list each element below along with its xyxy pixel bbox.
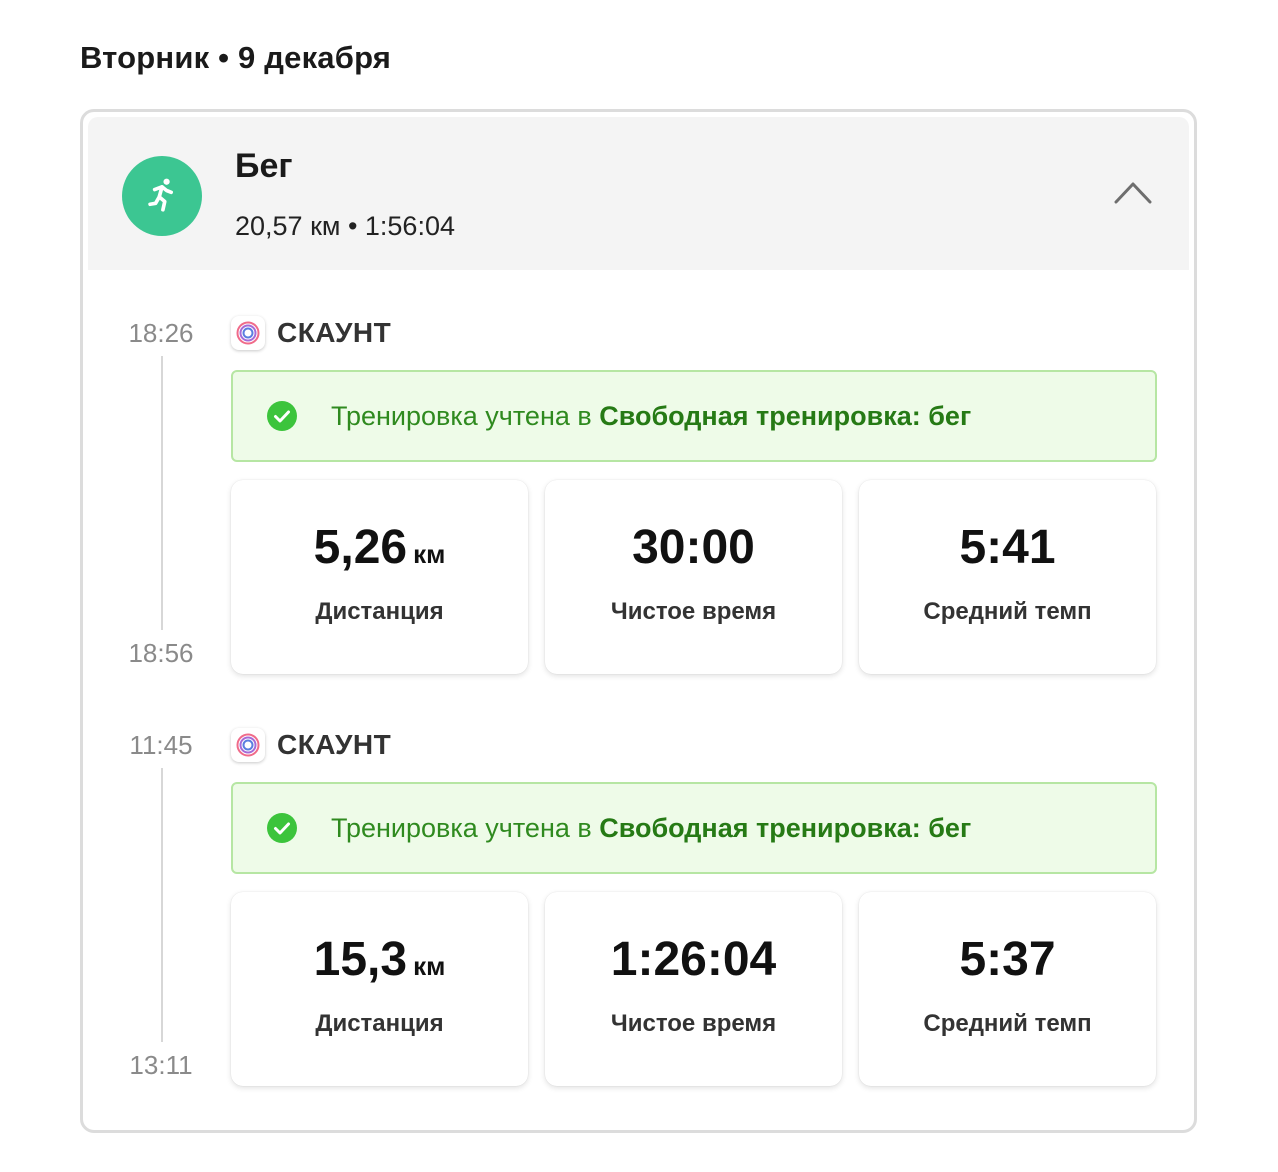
scount-logo-icon	[231, 316, 265, 350]
stat-value: 5:37	[959, 933, 1056, 986]
workout-end-time: 18:56	[128, 638, 194, 668]
day-heading: Вторник • 9 декабря	[80, 40, 392, 75]
workout-start-time: 18:26	[128, 318, 194, 348]
stat-distance: 15,3 км Дистанция	[231, 892, 528, 1086]
collapse-button[interactable]	[1111, 175, 1155, 209]
stat-label: Чистое время	[610, 1010, 777, 1037]
stat-value: 15,3 км	[231, 932, 528, 987]
workout-source: СКАУНТ	[231, 314, 391, 352]
status-prefix: Тренировка учтена в	[331, 400, 600, 431]
chevron-up-icon	[1114, 182, 1152, 204]
stat-moving-time: 1:26:04 Чистое время	[545, 892, 842, 1086]
status-program-link[interactable]: Свободная тренировка: бег	[599, 813, 971, 843]
status-banner: Тренировка учтена в Свободная тренировка…	[231, 370, 1157, 462]
activity-title: Бег	[235, 147, 293, 185]
workout-stats: 15,3 км Дистанция 1:26:04 Чистое время 5:…	[231, 892, 1157, 1086]
stat-average-pace: 5:41 Средний темп	[859, 480, 1156, 674]
stat-distance: 5,26 км Дистанция	[231, 480, 528, 674]
status-program-link[interactable]: Свободная тренировка: бег	[599, 401, 971, 431]
activity-card: Бег 20,57 км • 1:56:04 18:26 18:56 СКАУН…	[80, 109, 1197, 1133]
stat-label: Чистое время	[610, 598, 777, 625]
source-name: СКАУНТ	[277, 729, 392, 760]
stat-unit: км	[413, 539, 446, 569]
stat-label: Средний темп	[923, 598, 1092, 625]
status-prefix: Тренировка учтена в	[331, 812, 600, 843]
timeline-line	[161, 768, 163, 1042]
source-name: СКАУНТ	[277, 317, 392, 348]
stat-value: 30:00	[632, 521, 755, 574]
workout-end-time: 13:11	[129, 1050, 193, 1080]
workout-start-time: 11:45	[129, 730, 193, 760]
status-text: Тренировка учтена в Свободная тренировка…	[331, 813, 971, 844]
stat-unit: км	[413, 951, 446, 981]
activity-header[interactable]: Бег 20,57 км • 1:56:04	[88, 117, 1189, 270]
workout-source: СКАУНТ	[231, 726, 391, 764]
stat-number: 15,3	[313, 933, 408, 986]
stat-value: 5,26 км	[231, 520, 528, 575]
stat-label: Дистанция	[315, 598, 444, 625]
workout-stats: 5,26 км Дистанция 30:00 Чистое время 5:41…	[231, 480, 1157, 674]
stat-value: 5:41	[959, 521, 1056, 574]
check-circle-icon	[267, 401, 297, 431]
stat-moving-time: 30:00 Чистое время	[545, 480, 842, 674]
stat-average-pace: 5:37 Средний темп	[859, 892, 1156, 1086]
scount-logo-icon	[231, 728, 265, 762]
timeline-line	[161, 356, 163, 630]
stat-label: Дистанция	[315, 1010, 444, 1037]
stat-label: Средний темп	[923, 1010, 1092, 1037]
status-text: Тренировка учтена в Свободная тренировка…	[331, 401, 971, 432]
activity-summary: 20,57 км • 1:56:04	[235, 211, 455, 241]
stat-number: 5,26	[313, 521, 408, 574]
stat-value: 1:26:04	[610, 933, 777, 986]
running-person-icon	[122, 156, 202, 236]
status-banner: Тренировка учтена в Свободная тренировка…	[231, 782, 1157, 874]
check-circle-icon	[267, 813, 297, 843]
